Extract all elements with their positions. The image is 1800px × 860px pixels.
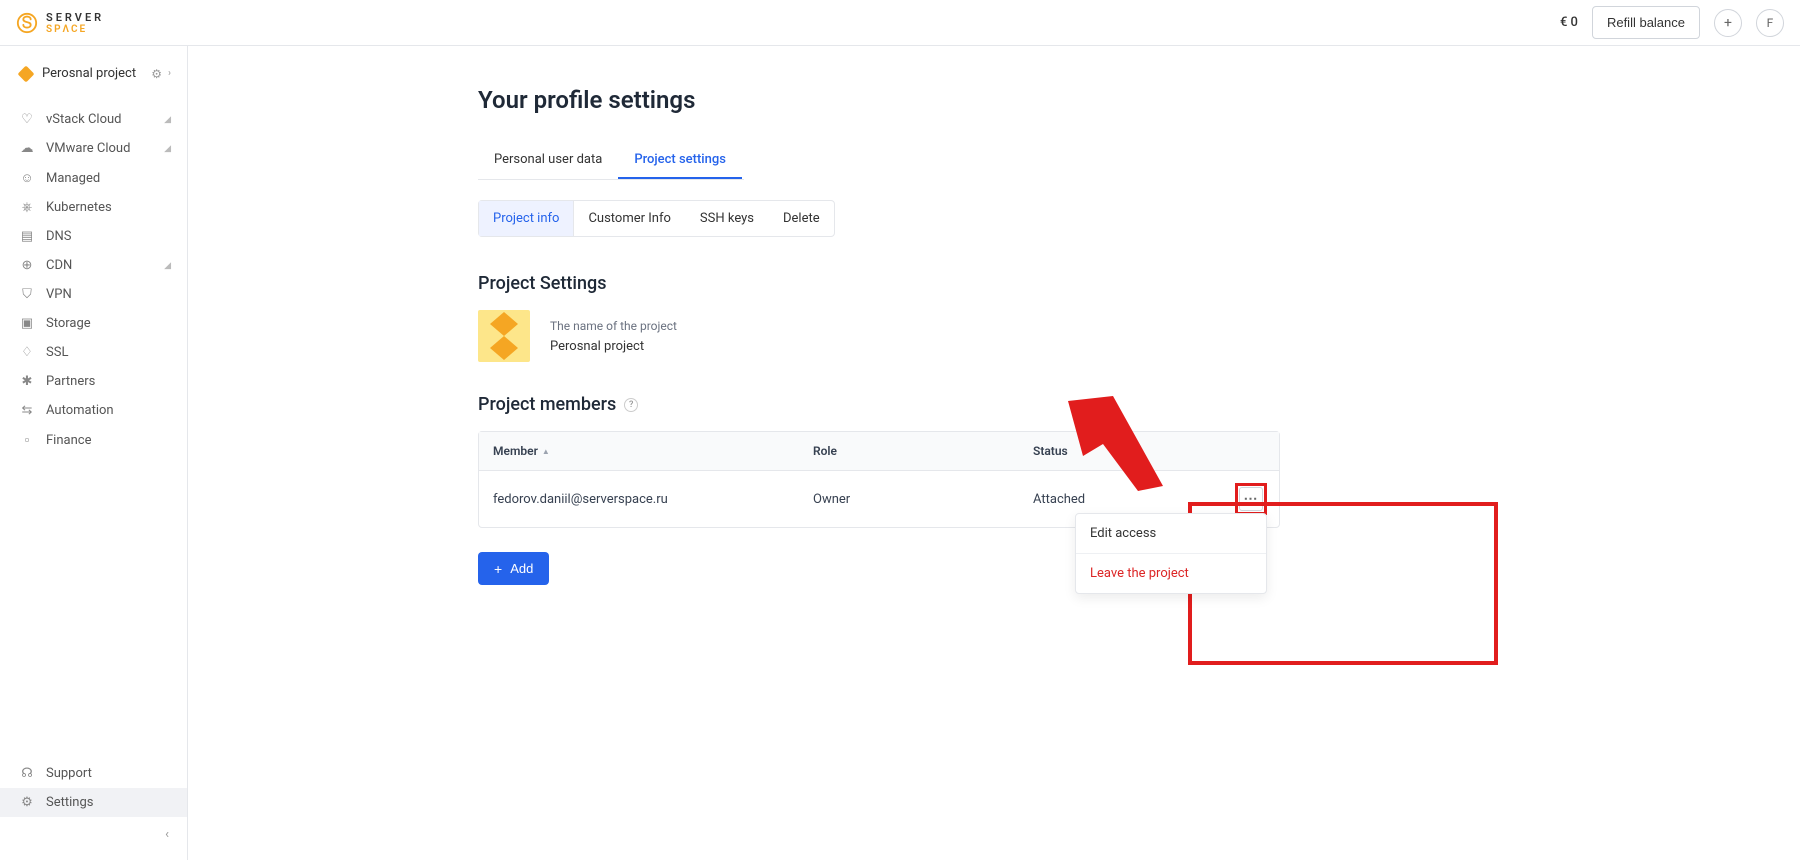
- cloud-icon: ♡: [20, 112, 34, 127]
- logo[interactable]: SERVER SPΛCE: [16, 11, 104, 35]
- plus-icon: +: [494, 562, 502, 576]
- sidebar-item-finance[interactable]: ▫Finance: [0, 425, 187, 455]
- sidebar-item-vmware[interactable]: ☁VMware Cloud ◢: [0, 134, 187, 163]
- more-icon: ⋯: [1244, 491, 1259, 507]
- storage-icon: ▣: [20, 316, 34, 331]
- tab-project-settings[interactable]: Project settings: [618, 142, 742, 179]
- balance-amount: € 0: [1560, 15, 1578, 30]
- chevron-right-icon[interactable]: ›: [168, 68, 171, 79]
- project-card: The name of the project Perosnal project: [478, 310, 1800, 362]
- help-icon[interactable]: ?: [624, 398, 638, 412]
- header: SERVER SPΛCE € 0 Refill balance + F: [0, 0, 1800, 46]
- chevron-down-icon: ◢: [164, 261, 171, 271]
- dropdown-edit-access[interactable]: Edit access: [1076, 514, 1266, 554]
- sort-icon: ▲: [542, 447, 550, 456]
- tab-project-info[interactable]: Project info: [479, 201, 574, 236]
- tab-ssh-keys[interactable]: SSH keys: [686, 201, 769, 236]
- gear-icon[interactable]: ⚙: [151, 67, 162, 81]
- row-actions-dropdown: Edit access Leave the project: [1075, 513, 1267, 594]
- refill-balance-button[interactable]: Refill balance: [1592, 6, 1700, 39]
- sidebar-item-storage[interactable]: ▣Storage: [0, 309, 187, 338]
- support-icon: ☊: [20, 766, 34, 781]
- members-table: Member ▲ Role Status fedorov.daniil@serv…: [478, 431, 1280, 528]
- partners-icon: ✱: [20, 374, 34, 389]
- lock-icon: ♢: [20, 345, 34, 360]
- project-name: Perosnal project: [42, 66, 136, 81]
- kubernetes-icon: ⎈: [20, 200, 34, 215]
- cloud-icon: ☁: [20, 141, 34, 156]
- page-title: Your profile settings: [478, 86, 1800, 114]
- header-right: € 0 Refill balance + F: [1560, 6, 1784, 39]
- sidebar-item-ssl[interactable]: ♢SSL: [0, 338, 187, 367]
- nav: ♡vStack Cloud ◢ ☁VMware Cloud ◢ ☺Managed…: [0, 97, 187, 455]
- th-status[interactable]: Status: [1019, 432, 1279, 470]
- sidebar-item-dns[interactable]: ▤DNS: [0, 222, 187, 251]
- gear-icon: ⚙: [20, 795, 34, 810]
- cell-member: fedorov.daniil@serverspace.ru: [479, 480, 799, 519]
- sidebar-item-partners[interactable]: ✱Partners: [0, 367, 187, 396]
- globe-icon: ⊕: [20, 258, 34, 273]
- main: Your profile settings Personal user data…: [188, 46, 1800, 860]
- annotation-highlight-small: ⋯: [1235, 483, 1267, 515]
- shield-icon: ⛉: [20, 287, 34, 302]
- project-thumb-icon: [486, 310, 522, 362]
- project-thumbnail: [478, 310, 530, 362]
- person-icon: ☺: [20, 170, 34, 186]
- dns-icon: ▤: [20, 229, 34, 244]
- sidebar-item-support[interactable]: ☊Support: [0, 759, 187, 788]
- project-settings-title: Project Settings: [478, 273, 1800, 294]
- th-member[interactable]: Member ▲: [479, 432, 799, 470]
- sidebar-item-kubernetes[interactable]: ⎈Kubernetes: [0, 193, 187, 222]
- table-header: Member ▲ Role Status: [479, 432, 1279, 471]
- sidebar: Perosnal project ⚙ › ♡vStack Cloud ◢ ☁VM…: [0, 46, 188, 860]
- row-actions-button[interactable]: ⋯: [1239, 487, 1263, 511]
- automation-icon: ⇆: [20, 403, 34, 418]
- tab-customer-info[interactable]: Customer Info: [574, 201, 685, 236]
- project-name-value: Perosnal project: [550, 339, 677, 354]
- tabs-primary: Personal user data Project settings: [478, 142, 744, 180]
- project-members-title: Project members ?: [478, 394, 1800, 415]
- sidebar-item-automation[interactable]: ⇆Automation: [0, 396, 187, 425]
- logo-text: SERVER SPΛCE: [46, 11, 104, 35]
- project-name-label: The name of the project: [550, 319, 677, 333]
- project-selector[interactable]: Perosnal project ⚙ ›: [0, 58, 187, 97]
- collapse-sidebar-button[interactable]: ‹: [0, 817, 187, 852]
- table-row: fedorov.daniil@serverspace.ru Owner Atta…: [479, 471, 1279, 527]
- tab-personal-user-data[interactable]: Personal user data: [478, 142, 618, 179]
- sidebar-item-vstack[interactable]: ♡vStack Cloud ◢: [0, 105, 187, 134]
- add-member-button[interactable]: + Add: [478, 552, 549, 585]
- chevron-down-icon: ◢: [164, 115, 171, 125]
- th-role[interactable]: Role: [799, 432, 1019, 470]
- tab-delete[interactable]: Delete: [769, 201, 834, 236]
- finance-icon: ▫: [20, 432, 34, 448]
- add-button[interactable]: +: [1714, 9, 1742, 37]
- sidebar-item-cdn[interactable]: ⊕CDN ◢: [0, 251, 187, 280]
- project-icon: [18, 65, 35, 82]
- tabs-secondary: Project info Customer Info SSH keys Dele…: [478, 200, 835, 237]
- sidebar-item-vpn[interactable]: ⛉VPN: [0, 280, 187, 309]
- dropdown-leave-project[interactable]: Leave the project: [1076, 554, 1266, 593]
- chevron-left-icon: ‹: [165, 827, 169, 842]
- sidebar-item-settings[interactable]: ⚙Settings: [0, 788, 187, 817]
- cell-role: Owner: [799, 480, 1019, 519]
- sidebar-item-managed[interactable]: ☺Managed: [0, 163, 187, 193]
- logo-icon: [16, 12, 38, 34]
- plus-icon: +: [1724, 15, 1732, 31]
- avatar[interactable]: F: [1756, 9, 1784, 37]
- chevron-down-icon: ◢: [164, 144, 171, 154]
